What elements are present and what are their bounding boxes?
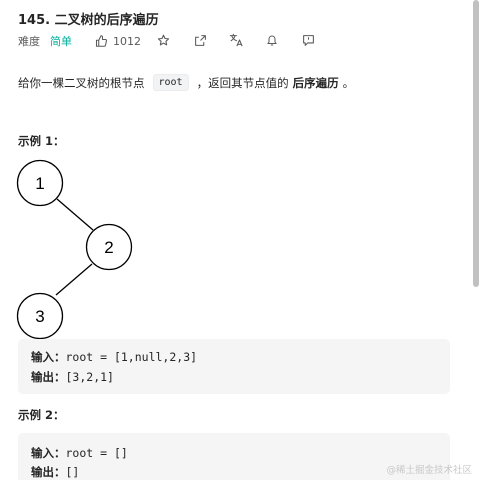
tree-edge-1-2	[56, 198, 94, 231]
star-icon	[157, 34, 169, 45]
comment-icon	[302, 34, 314, 46]
difficulty-badge: 简单	[50, 35, 72, 48]
notify-button[interactable]	[265, 33, 279, 47]
tree-node-1-label: 1	[35, 174, 44, 193]
example-1-output-value: [3,2,1]	[65, 370, 114, 384]
example-1-input-row: 输入：root = [1,null,2,3]	[31, 349, 197, 365]
example-1-input-label: 输入：	[31, 350, 66, 364]
like-count: 1012	[113, 34, 141, 48]
description-suffix: 。	[342, 75, 355, 90]
share-icon	[194, 34, 206, 46]
example-2-output-row: 输出：[]	[31, 464, 79, 480]
problem-description: 给你一棵二叉树的根节点 root ，返回其节点值的 后序遍历 。	[18, 74, 354, 91]
tree-edge-2-3	[55, 263, 93, 296]
favorite-button[interactable]	[156, 33, 170, 47]
tree-node-2-label: 2	[104, 238, 113, 257]
tree-node-2: 2	[85, 223, 133, 271]
example-1-tree-diagram: 1 2 3	[16, 159, 133, 340]
example-2-io-box: 输入：root = [] 输出：[]	[18, 433, 450, 480]
translate-button[interactable]	[229, 33, 243, 47]
like-button[interactable]: 1012	[95, 35, 141, 48]
tree-node-3-label: 3	[35, 307, 44, 326]
example-2-input-label: 输入：	[31, 446, 66, 460]
share-button[interactable]	[193, 33, 207, 47]
example-1-io-box: 输入：root = [1,null,2,3] 输出：[3,2,1]	[18, 339, 450, 394]
example-1-input-value: root = [1,null,2,3]	[65, 350, 198, 364]
description-middle: ，返回其节点值的	[196, 75, 289, 90]
example-2-title: 示例 2：	[18, 408, 65, 422]
bell-icon	[267, 35, 277, 45]
example-1-output-row: 输出：[3,2,1]	[31, 369, 114, 385]
watermark: @稀土掘金技术社区	[386, 465, 472, 476]
problem-meta: 难度 简单 1012	[18, 34, 141, 49]
problem-title: 145. 二叉树的后序遍历	[18, 13, 159, 28]
inline-code-root: root	[152, 74, 189, 91]
description-bold: 后序遍历	[292, 75, 339, 90]
translate-icon	[229, 33, 243, 47]
example-2-output-label: 输出：	[31, 465, 66, 479]
vertical-scrollbar[interactable]	[473, 0, 479, 287]
example-2-output-value: []	[65, 465, 80, 479]
tree-node-3: 3	[16, 292, 64, 340]
example-2-input-row: 输入：root = []	[31, 445, 128, 461]
description-prefix: 给你一棵二叉树的根节点	[18, 75, 145, 90]
example-2-input-value: root = []	[65, 446, 128, 460]
difficulty-label: 难度	[18, 35, 40, 48]
example-1-title: 示例 1：	[18, 134, 65, 148]
comment-button[interactable]	[301, 33, 315, 47]
tree-node-1: 1	[16, 159, 64, 207]
thumbs-up-icon	[95, 35, 107, 47]
example-1-output-label: 输出：	[31, 370, 66, 384]
